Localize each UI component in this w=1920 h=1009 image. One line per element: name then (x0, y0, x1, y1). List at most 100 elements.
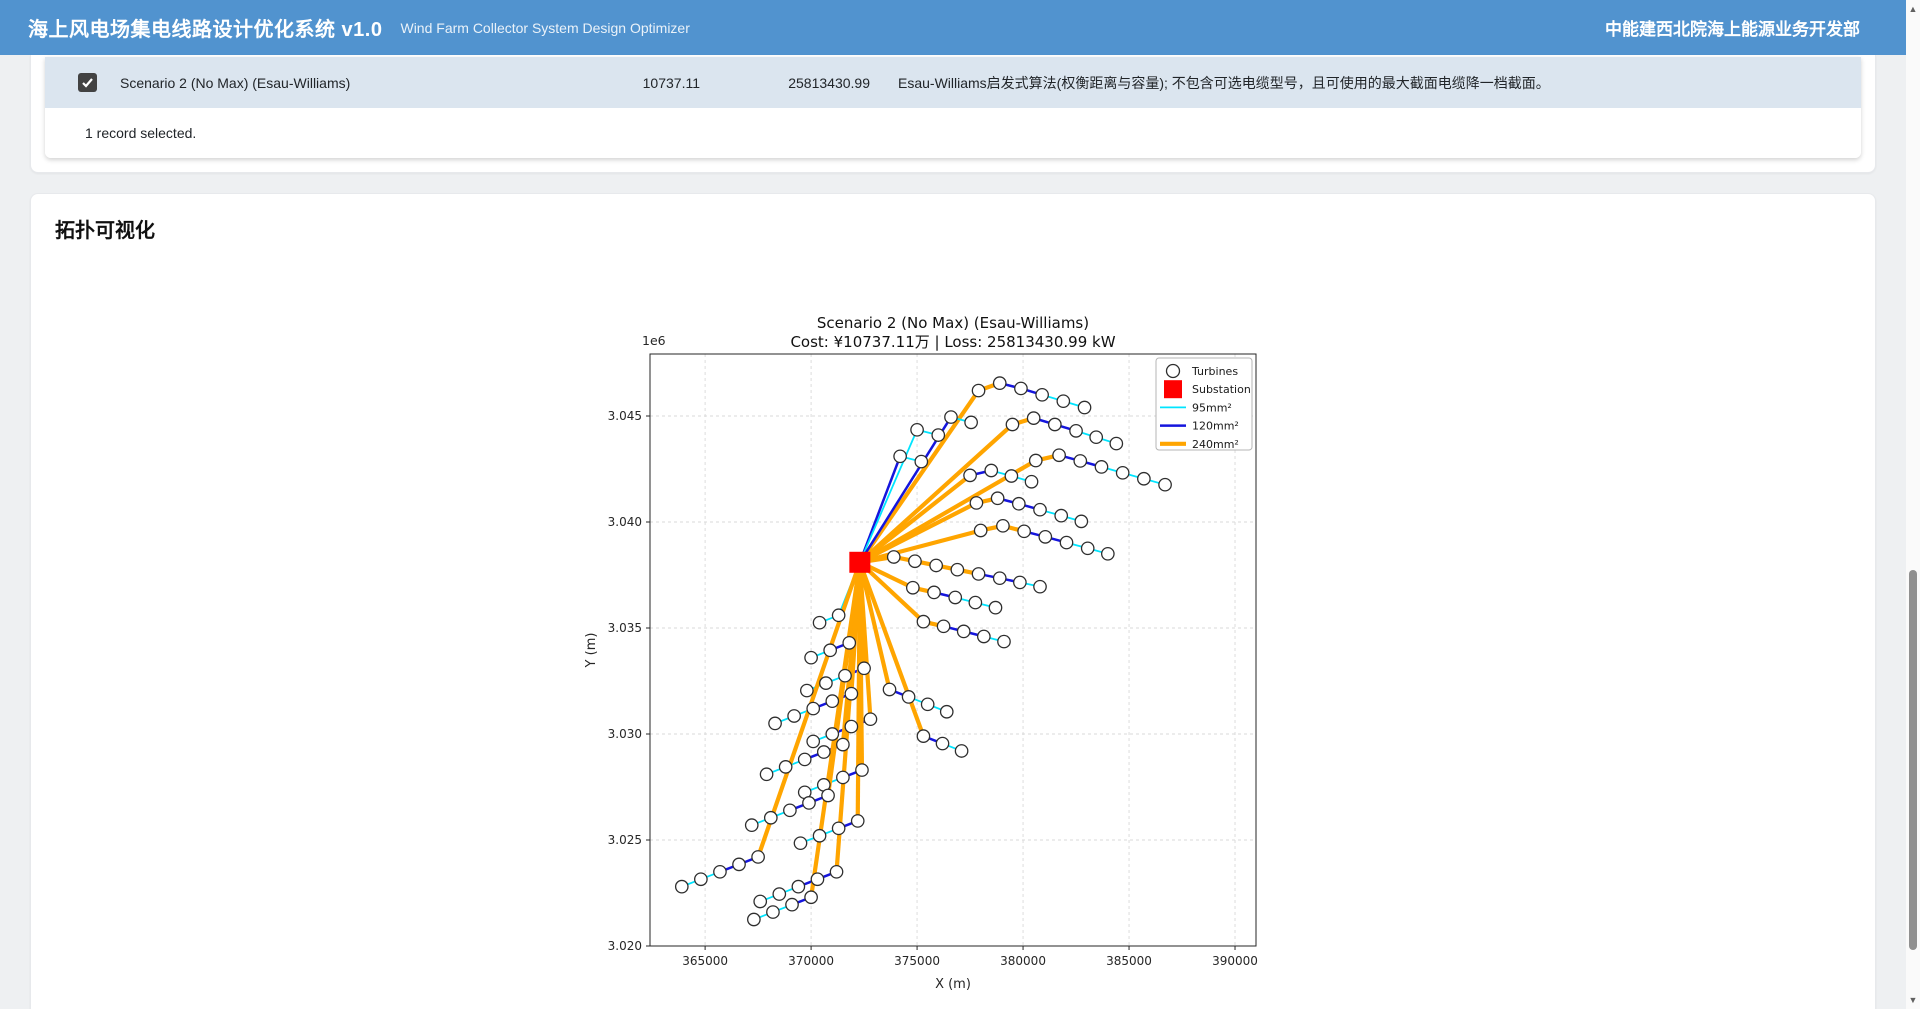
turbine-marker (1138, 473, 1150, 485)
turbine-marker (843, 637, 855, 649)
turbine-marker (676, 880, 688, 892)
turbine-marker (998, 635, 1010, 647)
turbine-marker (1078, 401, 1090, 413)
turbine-marker (799, 753, 811, 765)
scenario-name-cell: Scenario 2 (No Max) (Esau-Williams) (120, 75, 580, 91)
scrollbar[interactable]: ▲ ▼ (1906, 0, 1920, 1009)
turbine-marker (902, 691, 914, 703)
turbine-marker (1027, 412, 1039, 424)
scenario-cost-cell: 10737.11 (580, 75, 700, 91)
turbine-marker (1116, 467, 1128, 479)
turbine-marker (824, 644, 836, 656)
app-header: 海上风电场集电线路设计优化系统 v1.0 Wind Farm Collector… (0, 0, 1906, 55)
turbine-marker (818, 746, 830, 758)
y-axis-offset-label: 1e6 (642, 333, 666, 348)
topology-card: 拓扑可视化 3650003700003750003800003850003900… (30, 193, 1876, 1009)
turbine-marker (1095, 461, 1107, 473)
turbine-marker (1053, 449, 1065, 461)
turbine-marker (794, 837, 806, 849)
turbine-marker (765, 812, 777, 824)
turbine-marker (826, 728, 838, 740)
scenario-loss-cell: 25813430.99 (700, 75, 870, 91)
y-tick-label: 3.030 (608, 727, 642, 741)
header-org-label: 中能建西北院海上能源业务开发部 (1605, 15, 1860, 40)
x-axis-label: X (m) (935, 977, 971, 992)
turbine-marker (811, 873, 823, 885)
turbine-marker (894, 450, 906, 462)
turbine-marker (786, 898, 798, 910)
turbine-marker (760, 768, 772, 780)
scrollbar-up-arrow[interactable]: ▲ (1906, 2, 1920, 16)
results-card: Scenario 2 (No Max) (Esau-Williams) 1073… (30, 55, 1876, 173)
turbine-marker (1070, 425, 1082, 437)
substation-marker (849, 552, 870, 573)
turbine-marker (779, 761, 791, 773)
turbine-marker (805, 891, 817, 903)
turbine-marker (822, 789, 834, 801)
turbine-marker (773, 888, 785, 900)
turbine-marker (917, 615, 929, 627)
turbine-marker (858, 662, 870, 674)
turbine-marker (972, 384, 984, 396)
turbine-marker (955, 745, 967, 757)
results-table: Scenario 2 (No Max) (Esau-Williams) 1073… (45, 57, 1861, 158)
x-tick-label: 375000 (894, 954, 940, 968)
turbine-marker (830, 866, 842, 878)
turbine-marker (1102, 548, 1114, 560)
turbine-marker (1039, 531, 1051, 543)
turbine-marker (936, 737, 948, 749)
x-tick-label: 380000 (1000, 954, 1046, 968)
turbine-marker (769, 717, 781, 729)
turbine-marker (1159, 478, 1171, 490)
turbine-marker (767, 906, 779, 918)
scrollbar-down-arrow[interactable]: ▼ (1906, 993, 1920, 1007)
scrollbar-thumb[interactable] (1909, 570, 1917, 950)
turbine-marker (845, 688, 857, 700)
turbine-marker (733, 858, 745, 870)
turbine-marker (921, 698, 933, 710)
turbine-marker (845, 720, 857, 732)
turbine-marker (820, 677, 832, 689)
turbine-marker (714, 866, 726, 878)
app-title-zh: 海上风电场集电线路设计优化系统 v1.0 (28, 13, 382, 42)
turbine-marker (1055, 509, 1067, 521)
turbine-marker (807, 735, 819, 747)
plot-subtitle: Cost: ¥10737.11万 | Loss: 25813430.99 kW (790, 333, 1115, 351)
table-row[interactable]: Scenario 2 (No Max) (Esau-Williams) 1073… (45, 57, 1861, 108)
turbine-marker (964, 469, 976, 481)
row-checkbox[interactable] (78, 73, 97, 92)
legend-entry-label: 120mm² (1192, 420, 1239, 433)
turbine-marker (1034, 580, 1046, 592)
turbine-marker (832, 609, 844, 621)
turbine-marker (1030, 454, 1042, 466)
turbine-marker (985, 464, 997, 476)
turbine-marker (695, 873, 707, 885)
turbine-marker (864, 713, 876, 725)
turbine-marker (748, 913, 760, 925)
turbine-marker (909, 555, 921, 567)
x-tick-label: 385000 (1106, 954, 1152, 968)
turbine-marker (928, 586, 940, 598)
turbine-marker (1082, 542, 1094, 554)
turbine-marker (839, 670, 851, 682)
turbine-marker (917, 730, 929, 742)
turbine-marker (1015, 382, 1027, 394)
y-tick-label: 3.025 (608, 833, 642, 847)
turbine-marker (951, 564, 963, 576)
legend-entry-label: 240mm² (1192, 438, 1239, 451)
turbine-marker (832, 822, 844, 834)
x-tick-label: 370000 (788, 954, 834, 968)
turbine-marker (813, 617, 825, 629)
turbine-marker (1018, 525, 1030, 537)
turbine-marker (826, 695, 838, 707)
cable-segment-95mm (860, 430, 917, 562)
legend-entry-label: Turbines (1191, 365, 1238, 378)
turbine-marker (1036, 389, 1048, 401)
y-tick-label: 3.045 (608, 409, 642, 423)
legend-turbine-icon (1167, 365, 1180, 378)
y-axis-label: Y (m) (584, 633, 599, 669)
turbine-marker (1060, 536, 1072, 548)
turbine-marker (1090, 431, 1102, 443)
turbine-marker (788, 710, 800, 722)
turbine-marker (754, 895, 766, 907)
